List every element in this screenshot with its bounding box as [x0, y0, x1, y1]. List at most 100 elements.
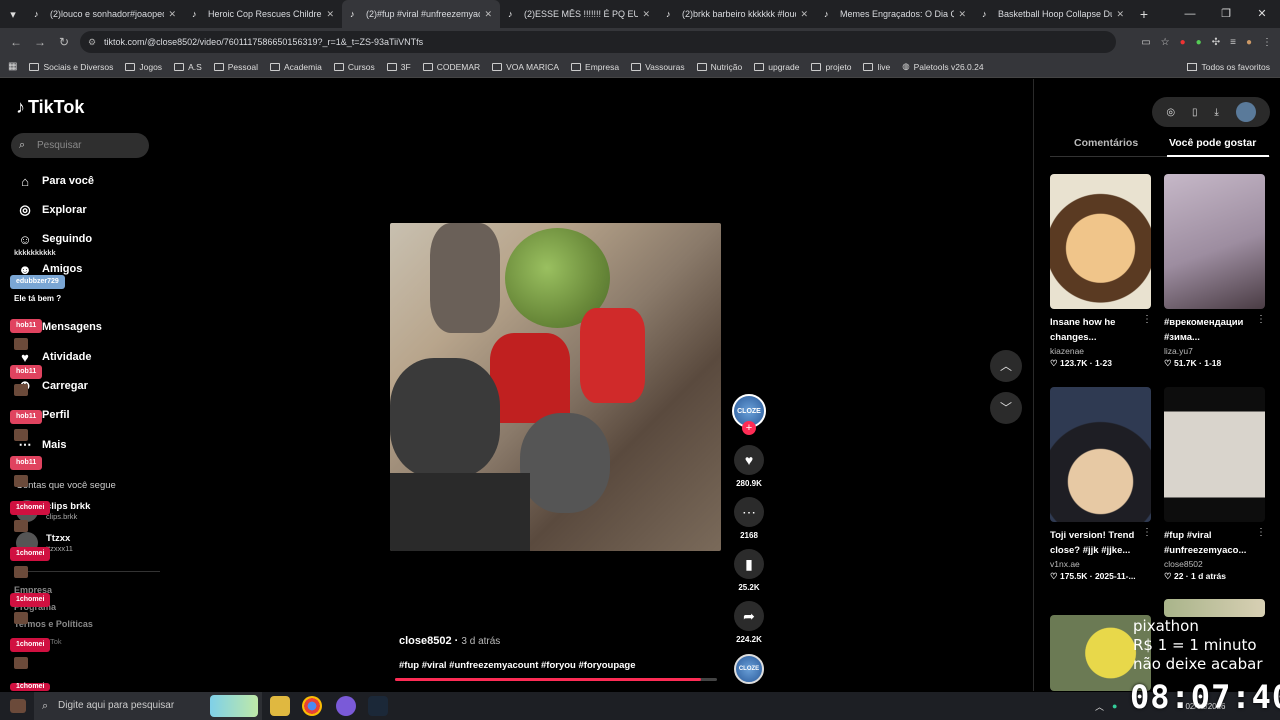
download-icon[interactable]: ⤓: [1214, 107, 1218, 118]
video-caption[interactable]: #fup #viral #unfreezemyacount #foryou #f…: [399, 660, 636, 671]
bookmark-folder[interactable]: CODEMAR: [422, 62, 480, 72]
chat-username: 1chomei: [10, 547, 51, 561]
tray-app-icon[interactable]: ●: [1112, 701, 1117, 711]
bookmark-folder[interactable]: Vassouras: [631, 62, 685, 72]
nav-for-you[interactable]: ⌂ Para você: [16, 171, 94, 191]
file-explorer-icon[interactable]: [270, 696, 290, 716]
app-icon[interactable]: [336, 696, 356, 716]
menu-icon[interactable]: ⋮: [1262, 37, 1272, 48]
tiktok-page: ♪ TikTok ⌕ Pesquisar ⌂ Para você ◎ Explorar…: [0, 79, 1280, 691]
tab-comments[interactable]: Comentários: [1074, 137, 1138, 149]
apps-grid-icon[interactable]: ▦: [8, 61, 17, 72]
recommended-video-card[interactable]: Toji version! Trend close? #jjk #jjke...…: [1050, 387, 1152, 582]
close-icon[interactable]: ✕: [326, 9, 334, 20]
tray-chevron-icon[interactable]: ︿: [1095, 700, 1104, 713]
chrome-icon[interactable]: [302, 696, 322, 716]
cast-icon[interactable]: ▭: [1141, 37, 1150, 48]
browser-tab[interactable]: ♪ (2)louco e sonhador#joaopedro ✕: [26, 0, 184, 28]
minimize-icon[interactable]: —: [1172, 0, 1208, 28]
tab-search-icon[interactable]: ▾: [0, 0, 26, 28]
share-button[interactable]: ➦ 224.2K: [734, 601, 764, 644]
browser-tab[interactable]: ♪Memes Engraçados: O Dia Que✕: [816, 0, 974, 28]
close-icon[interactable]: ✕: [642, 9, 650, 20]
bookmark-folder[interactable]: Cursos: [333, 62, 375, 72]
all-bookmarks[interactable]: Todos os favoritos: [1187, 56, 1270, 78]
next-video-button[interactable]: ﹀: [990, 392, 1022, 424]
browser-tab[interactable]: ♪ (2)brkk barbeiro kkkkkk #loud_ ✕: [658, 0, 816, 28]
recommended-video-card[interactable]: #врекомендации #зима... ⋮ liza.yu7 ♡ 51.…: [1164, 174, 1266, 369]
video-frame-figure: [430, 223, 500, 333]
bookmark-folder[interactable]: live: [863, 62, 890, 72]
browser-tab[interactable]: ♪(2)ESSE MÊS !!!!!!! É PQ EU SOU✕: [500, 0, 658, 28]
bookmark-folder[interactable]: Sociais e Diversos: [29, 62, 113, 72]
bookmark-folder[interactable]: upgrade: [754, 62, 799, 72]
recommended-video-card[interactable]: [1164, 599, 1266, 617]
close-icon[interactable]: ✕: [1116, 9, 1124, 20]
tiktok-logo[interactable]: ♪ TikTok: [16, 97, 84, 118]
start-avatar[interactable]: [10, 699, 26, 713]
browser-tab[interactable]: ♪ Basketball Hoop Collapse Durin ✕: [974, 0, 1132, 28]
recommended-video-card[interactable]: #fup #viral #unfreezemyaco... ⋮ close850…: [1164, 387, 1266, 582]
recommended-video-card[interactable]: Insane how he changes... ⋮ kiazenae ♡ 12…: [1050, 174, 1152, 369]
save-button[interactable]: ▮ 25.2K: [734, 549, 764, 592]
tab-you-may-like[interactable]: Você pode gostar: [1169, 137, 1256, 149]
bookmark-folder[interactable]: projeto: [811, 62, 851, 72]
url-field[interactable]: ⚙ tiktok.com/@close8502/video/7601117586…: [80, 31, 1116, 53]
nav-explore[interactable]: ◎ Explorar: [16, 200, 86, 220]
video-author[interactable]: close8502 · 3 d atrás: [399, 635, 500, 647]
bookmark-folder[interactable]: 3F: [386, 62, 411, 72]
nav-activity[interactable]: ♥ Atividade: [16, 347, 91, 367]
close-icon[interactable]: ✕: [168, 9, 176, 20]
bookmark-folder[interactable]: A.S: [174, 62, 202, 72]
browser-tab[interactable]: ♪Heroic Cop Rescues Children or✕: [184, 0, 342, 28]
bookmark-folder[interactable]: Academia: [270, 62, 322, 72]
video-player[interactable]: [390, 223, 721, 551]
chevron-down-icon: ﹀: [999, 401, 1012, 415]
forward-icon[interactable]: →: [28, 35, 52, 49]
reload-icon[interactable]: ↻: [52, 35, 76, 49]
more-options-icon[interactable]: ⋮: [1256, 527, 1266, 538]
video-thumbnail: [1164, 599, 1265, 617]
steam-icon[interactable]: [368, 696, 388, 716]
extensions-icon[interactable]: ✣: [1212, 37, 1220, 48]
close-icon[interactable]: ✕: [958, 9, 966, 20]
bookmark-folder[interactable]: VOA MARICA: [492, 62, 559, 72]
compass-icon[interactable]: ◎: [1166, 107, 1175, 118]
profile-icon[interactable]: ●: [1246, 37, 1252, 48]
previous-video-button[interactable]: ︿: [990, 350, 1022, 382]
bookmark-folder[interactable]: Jogos: [125, 62, 162, 72]
back-icon[interactable]: ←: [4, 35, 28, 49]
browser-tab-active[interactable]: ♪ (2)#fup #viral #unfreezemyaco ✕: [342, 0, 500, 28]
extension-red-icon[interactable]: ●: [1180, 37, 1186, 48]
like-button[interactable]: ♥ 280.9K: [734, 445, 764, 488]
maximize-icon[interactable]: ❐: [1208, 0, 1244, 28]
site-info-icon[interactable]: ⚙: [88, 31, 96, 53]
taskbar-search[interactable]: ⌕ Digite aqui para pesquisar: [34, 692, 262, 720]
bookmark-star-icon[interactable]: ☆: [1161, 37, 1170, 48]
video-progress-bar[interactable]: [395, 678, 717, 681]
media-icon[interactable]: ≡: [1230, 37, 1236, 48]
more-options-icon[interactable]: ⋮: [1142, 527, 1152, 538]
new-tab-icon[interactable]: +: [1132, 6, 1156, 22]
extension-green-icon[interactable]: ●: [1196, 37, 1202, 48]
bookmark-folder[interactable]: Nutrição: [696, 62, 742, 72]
video-frame-figure: [390, 358, 500, 478]
close-icon[interactable]: ✕: [800, 9, 808, 20]
bookmark-link[interactable]: ◍ Paletools v26.0.24: [902, 61, 983, 72]
music-disc[interactable]: CLOZE: [734, 654, 764, 684]
follow-plus-icon[interactable]: +: [742, 421, 756, 435]
comment-button[interactable]: ⋯ 2168: [734, 497, 764, 540]
chat-sticker: [14, 657, 28, 669]
window-close-icon[interactable]: ✕: [1244, 0, 1280, 28]
nav-following[interactable]: ☺ Seguindo: [16, 229, 92, 249]
bookmark-folder[interactable]: Pessoal: [213, 62, 258, 72]
user-avatar[interactable]: [1235, 102, 1256, 122]
search-input[interactable]: ⌕ Pesquisar: [11, 133, 149, 158]
more-options-icon[interactable]: ⋮: [1142, 314, 1152, 325]
phone-icon[interactable]: ▯: [1192, 107, 1198, 118]
more-options-icon[interactable]: ⋮: [1256, 314, 1266, 325]
bookmark-folder[interactable]: Empresa: [571, 62, 619, 72]
browser-tabbar: ▾ ♪ (2)louco e sonhador#joaopedro ✕ ♪ Heroi…: [0, 0, 1280, 28]
close-icon[interactable]: ✕: [484, 9, 492, 20]
search-icon: ⌕: [42, 700, 49, 712]
